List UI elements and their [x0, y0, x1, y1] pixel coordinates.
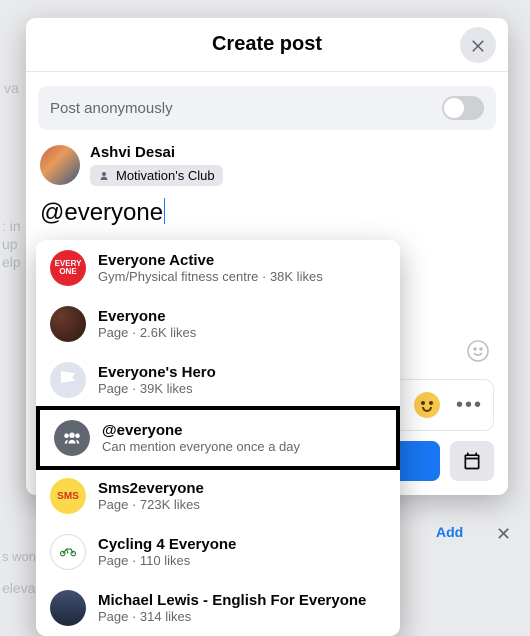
- suggestion-title: @everyone: [102, 422, 300, 439]
- anonymous-label: Post anonymously: [50, 100, 173, 117]
- schedule-button[interactable]: [450, 441, 494, 481]
- bg-add-link[interactable]: Add: [436, 524, 463, 540]
- suggestion-subtitle: Can mention everyone once a day: [102, 439, 300, 454]
- suggestion-subtitle: Page · 314 likes: [98, 609, 366, 624]
- smile-icon: [466, 339, 490, 363]
- bg-text: eleva: [2, 580, 35, 596]
- suggestion-avatar: [50, 590, 86, 626]
- suggestion-subtitle: Gym/Physical fitness centre · 38K likes: [98, 269, 323, 284]
- author-row: Ashvi Desai Motivation's Club: [26, 130, 508, 192]
- group-icon: [98, 170, 110, 182]
- emoji-picker-button[interactable]: [464, 337, 492, 365]
- bg-text: elp: [2, 254, 21, 270]
- suggestion-subtitle: Page · 723K likes: [98, 497, 204, 512]
- anonymous-toggle[interactable]: [442, 96, 484, 120]
- bg-text: : in: [2, 218, 21, 234]
- suggestion-item[interactable]: SMS Sms2everyone Page · 723K likes: [36, 468, 400, 524]
- suggestion-item[interactable]: Michael Lewis - English For Everyone Pag…: [36, 580, 400, 636]
- bg-text: va: [4, 80, 19, 96]
- post-composer[interactable]: @everyone: [26, 192, 508, 237]
- suggestion-subtitle: Page · 110 likes: [98, 553, 236, 568]
- suggestion-item[interactable]: Everyone's Hero Page · 39K likes: [36, 352, 400, 408]
- calendar-icon: [462, 451, 482, 471]
- author-avatar[interactable]: [40, 145, 80, 185]
- suggestion-avatar: SMS: [50, 478, 86, 514]
- anonymous-toggle-row: Post anonymously: [38, 86, 496, 130]
- audience-label: Motivation's Club: [116, 168, 215, 183]
- audience-chip[interactable]: Motivation's Club: [90, 165, 223, 186]
- bg-text: up: [2, 236, 18, 252]
- emoji-icon[interactable]: [414, 392, 440, 418]
- suggestion-title: Everyone Active: [98, 252, 323, 269]
- more-options-button[interactable]: •••: [456, 395, 483, 415]
- suggestion-title: Cycling 4 Everyone: [98, 536, 236, 553]
- suggestion-avatar: EVERYONE: [50, 250, 86, 286]
- suggestion-avatar: [54, 420, 90, 456]
- suggestion-avatar: [50, 534, 86, 570]
- suggestion-avatar: [50, 362, 86, 398]
- suggestion-subtitle: Page · 2.6K likes: [98, 325, 196, 340]
- author-name: Ashvi Desai: [90, 144, 223, 161]
- group-icon: [61, 427, 83, 449]
- modal-title: Create post: [212, 33, 322, 56]
- composer-text: @everyone: [40, 199, 163, 227]
- suggestion-title: Everyone's Hero: [98, 364, 216, 381]
- modal-header: Create post: [26, 18, 508, 72]
- text-caret: [164, 198, 165, 224]
- bg-text: s won: [2, 549, 36, 564]
- suggestion-title: Michael Lewis - English For Everyone: [98, 592, 366, 609]
- suggestion-item[interactable]: Cycling 4 Everyone Page · 110 likes: [36, 524, 400, 580]
- suggestion-subtitle: Page · 39K likes: [98, 381, 216, 396]
- bicycle-icon: [59, 546, 77, 558]
- suggestion-title: Sms2everyone: [98, 480, 204, 497]
- suggestion-avatar: [50, 306, 86, 342]
- mention-suggestions: EVERYONE Everyone Active Gym/Physical fi…: [36, 240, 400, 636]
- suggestion-item[interactable]: EVERYONE Everyone Active Gym/Physical fi…: [36, 240, 400, 296]
- close-button[interactable]: [460, 27, 496, 63]
- suggestion-item[interactable]: Everyone Page · 2.6K likes: [36, 296, 400, 352]
- suggestion-title: Everyone: [98, 308, 196, 325]
- suggestion-item-highlighted[interactable]: @everyone Can mention everyone once a da…: [36, 406, 400, 470]
- close-icon: [469, 36, 487, 54]
- bg-close-x[interactable]: ✕: [496, 524, 511, 545]
